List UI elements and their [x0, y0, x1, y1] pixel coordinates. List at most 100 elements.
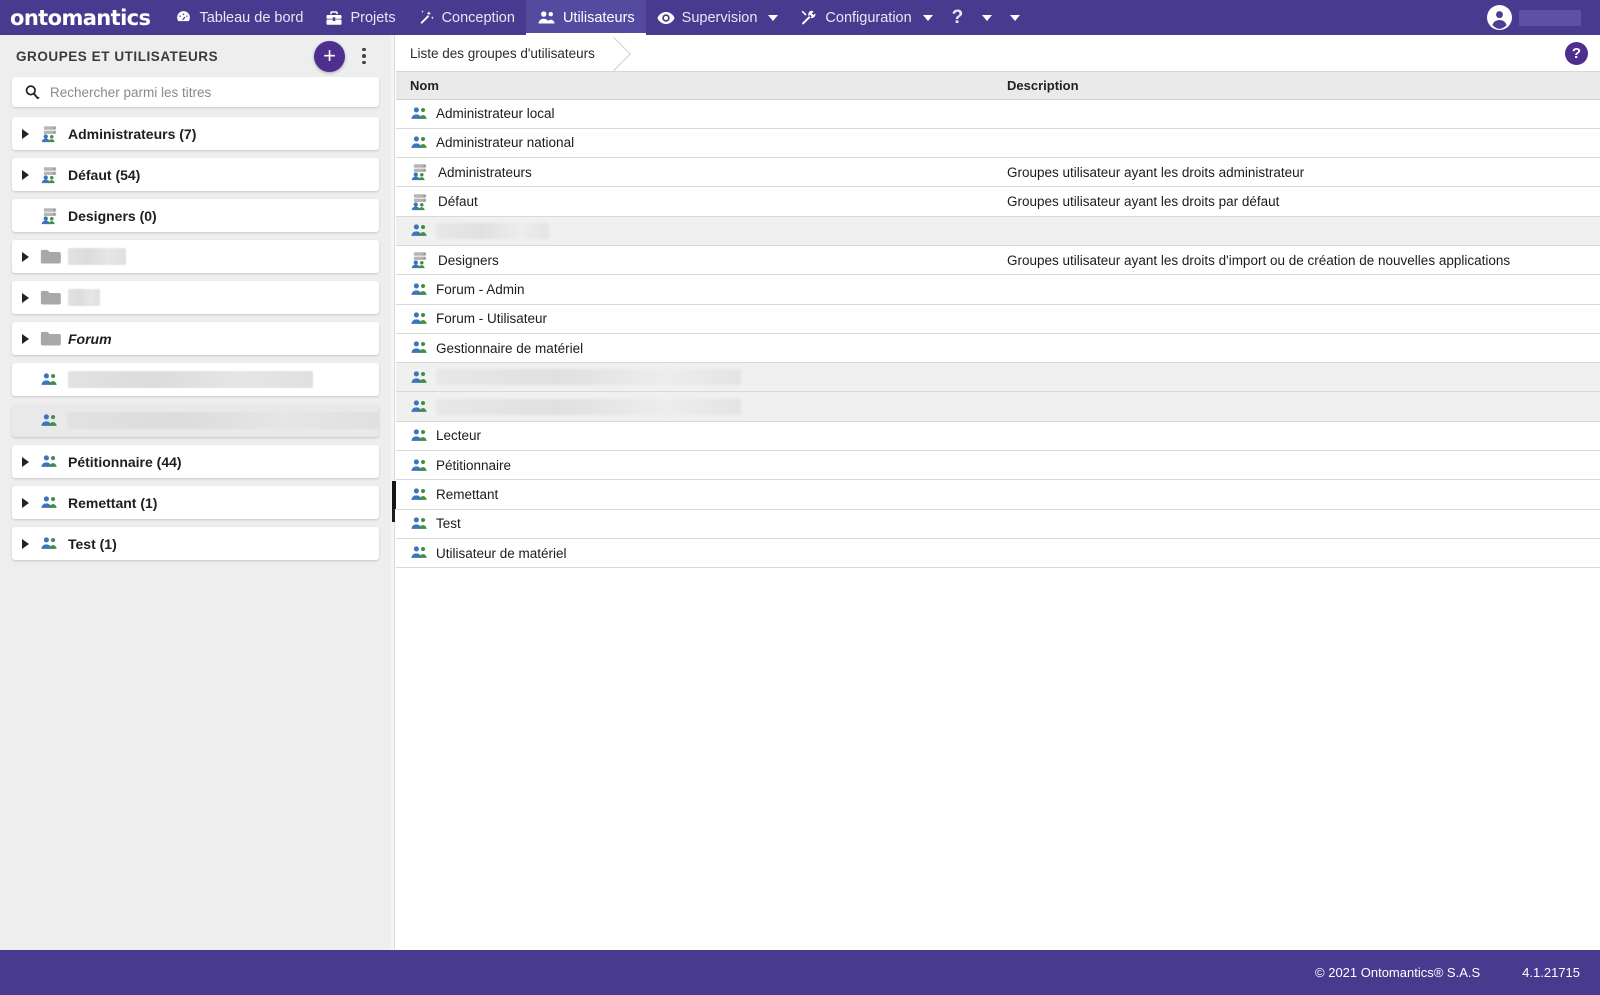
- tree-item[interactable]: Test (1): [12, 527, 379, 560]
- tree-item[interactable]: Designers (0): [12, 199, 379, 232]
- main-panel: Liste des groupes d'utilisateurs ? Nom D…: [396, 35, 1600, 950]
- tree-item[interactable]: [12, 363, 379, 396]
- table-row[interactable]: [396, 362, 1600, 393]
- people-icon: [410, 106, 428, 121]
- account-circle-icon: [1487, 5, 1512, 30]
- help-nav-caret[interactable]: [971, 0, 999, 35]
- cell-name: Remettant: [396, 479, 993, 510]
- people-icon: [40, 495, 68, 510]
- table-row[interactable]: Gestionnaire de matériel: [396, 333, 1600, 364]
- expand-arrow-icon[interactable]: [22, 128, 40, 139]
- table-row[interactable]: Remettant: [396, 479, 1600, 510]
- table-row[interactable]: [396, 216, 1600, 246]
- server-group-icon: [410, 163, 430, 181]
- top-navigation-bar: ontomantics Tableau de bord Projets Concep…: [0, 0, 1600, 35]
- tree-item[interactable]: [12, 404, 379, 437]
- nav-item-label: Tableau de bord: [199, 9, 304, 26]
- table-row[interactable]: Forum - Admin: [396, 274, 1600, 305]
- user-menu[interactable]: [1479, 0, 1600, 35]
- table-row[interactable]: [396, 391, 1600, 422]
- expand-arrow-icon[interactable]: [22, 456, 40, 467]
- tree-item[interactable]: Remettant (1): [12, 486, 379, 519]
- nav-item-label: Conception: [441, 9, 515, 26]
- help-icon[interactable]: ?: [1565, 42, 1588, 65]
- tree-item[interactable]: Forum: [12, 322, 379, 355]
- expand-arrow-icon[interactable]: [22, 292, 40, 303]
- cell-description: [993, 479, 1600, 510]
- nav-item-conception[interactable]: Conception: [407, 0, 526, 35]
- expand-arrow-icon[interactable]: [22, 169, 40, 180]
- people-icon: [410, 458, 428, 473]
- table-row[interactable]: Administrateur local: [396, 99, 1600, 129]
- table-row[interactable]: Forum - Utilisateur: [396, 304, 1600, 334]
- cell-name: Utilisateur de matériel: [396, 538, 993, 569]
- cell-description: [993, 304, 1600, 334]
- users-icon: [537, 10, 556, 26]
- row-name: Forum - Admin: [436, 281, 525, 297]
- table-row[interactable]: Test: [396, 509, 1600, 539]
- tree-item[interactable]: Défaut (54): [12, 158, 379, 191]
- tree-item[interactable]: [12, 240, 379, 273]
- cell-description: [993, 274, 1600, 305]
- nav-item-utilisateurs[interactable]: Utilisateurs: [525, 0, 646, 35]
- row-name: Lecteur: [436, 428, 482, 444]
- table-row[interactable]: Designers Groupes utilisateur ayant les d…: [396, 245, 1600, 276]
- expand-arrow-icon[interactable]: [22, 497, 40, 508]
- table-row[interactable]: Pétitionnaire: [396, 450, 1600, 481]
- tree-item-label-redacted: [68, 371, 313, 388]
- cell-name: Designers: [396, 245, 993, 276]
- expand-arrow-icon[interactable]: [22, 538, 40, 549]
- tree-item[interactable]: [12, 281, 379, 314]
- cell-description: [993, 421, 1600, 452]
- column-header-description[interactable]: Description: [993, 72, 1600, 100]
- tree-item[interactable]: Administrateurs (7): [12, 117, 379, 150]
- cell-name: Pétitionnaire: [396, 450, 993, 481]
- nav-item-label: Utilisateurs: [562, 9, 635, 26]
- add-group-button[interactable]: +: [314, 40, 345, 72]
- nav-item-projets[interactable]: Projets: [314, 0, 406, 35]
- cell-description: [993, 333, 1600, 364]
- table-row[interactable]: Lecteur: [396, 421, 1600, 452]
- tree-item-label: Designers (0): [68, 207, 157, 224]
- chevron-down-icon: [768, 14, 779, 21]
- eye-icon: [657, 10, 675, 26]
- people-icon: [410, 282, 428, 297]
- people-icon: [40, 372, 68, 387]
- tree-item-label: Remettant (1): [68, 494, 158, 511]
- table-row[interactable]: Administrateur national: [396, 128, 1600, 159]
- cell-description: [993, 128, 1600, 159]
- tree-item-label-redacted: [68, 248, 126, 265]
- row-name: Gestionnaire de matériel: [436, 340, 584, 356]
- table-row[interactable]: Administrateurs Groupes utilisateur ayant…: [396, 157, 1600, 188]
- nav-item-supervision[interactable]: Supervision: [646, 0, 790, 35]
- table-row[interactable]: Utilisateur de matériel: [396, 538, 1600, 569]
- row-name: Test: [436, 516, 461, 532]
- row-name-redacted: [436, 398, 741, 415]
- username-redacted: [1519, 9, 1581, 26]
- search-input[interactable]: [44, 84, 371, 100]
- column-header-name[interactable]: Nom: [396, 72, 993, 100]
- people-icon: [40, 536, 68, 551]
- tree-item-label-redacted: [68, 289, 100, 306]
- expand-arrow-icon[interactable]: [22, 251, 40, 262]
- tree-item[interactable]: Pétitionnaire (44): [12, 445, 379, 478]
- cell-name: Administrateur local: [396, 99, 993, 129]
- table-row[interactable]: Défaut Groupes utilisateur ayant les droi…: [396, 186, 1600, 217]
- cell-name: Administrateurs: [396, 157, 993, 188]
- server-group-icon: [40, 166, 68, 184]
- overflow-nav-caret[interactable]: [999, 0, 1027, 35]
- nav-item-label: Projets: [350, 9, 396, 26]
- help-nav-button[interactable]: ?: [944, 0, 972, 35]
- expand-arrow-icon[interactable]: [22, 333, 40, 344]
- breadcrumb-item[interactable]: Liste des groupes d'utilisateurs: [396, 35, 613, 71]
- nav-item-tableau-de-bord[interactable]: Tableau de bord: [164, 0, 314, 35]
- server-group-icon: [410, 193, 430, 211]
- app-logo[interactable]: ontomantics: [0, 0, 164, 35]
- search-icon[interactable]: [20, 84, 44, 101]
- folder-icon: [40, 248, 68, 265]
- nav-item-configuration[interactable]: Configuration: [789, 0, 943, 35]
- search-bar[interactable]: [12, 77, 379, 107]
- sidebar-options-button[interactable]: [351, 41, 377, 71]
- tree-item-label: Test (1): [68, 535, 117, 552]
- cell-description: Groupes utilisateur ayant les droits par…: [993, 186, 1600, 217]
